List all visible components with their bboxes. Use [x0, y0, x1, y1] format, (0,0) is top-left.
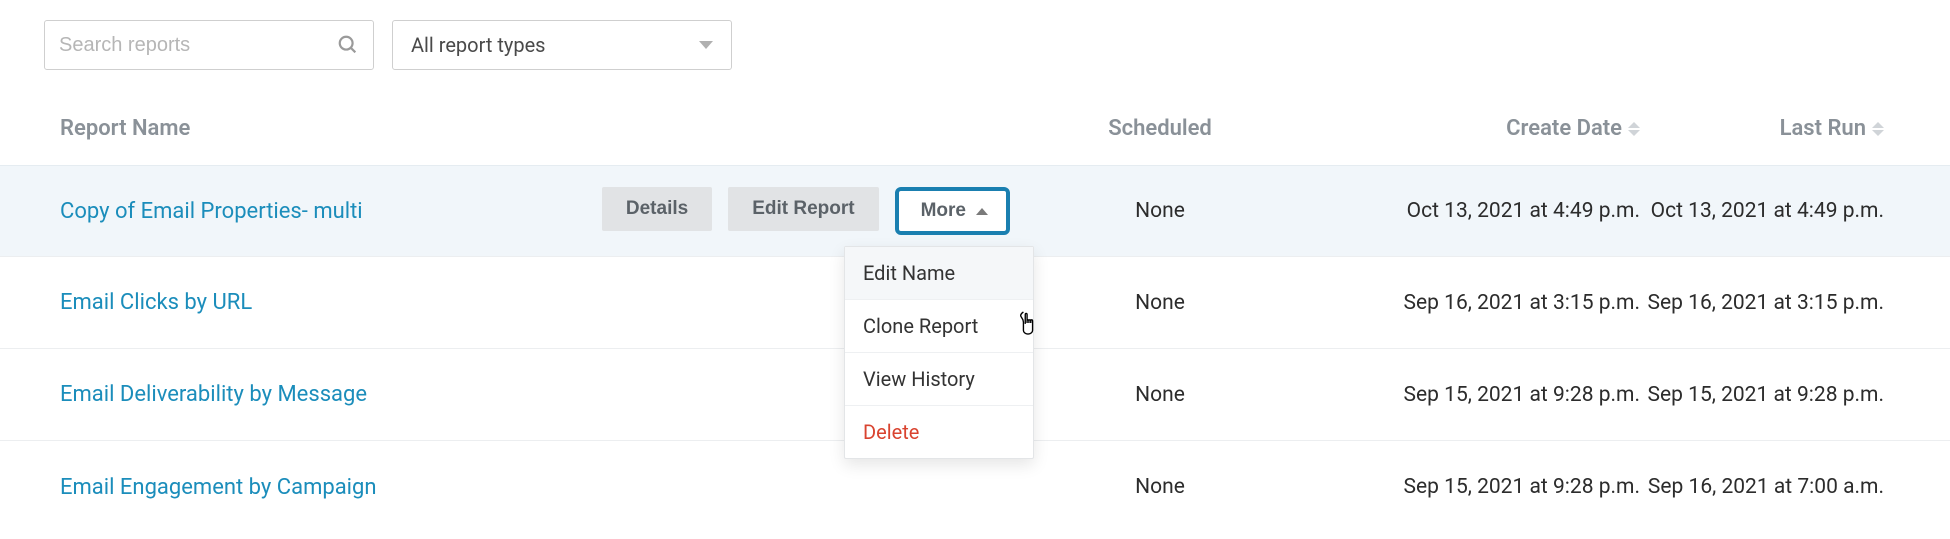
column-header-name[interactable]: Report Name — [60, 116, 1050, 141]
details-button[interactable]: Details — [602, 187, 712, 231]
filter-label: All report types — [411, 33, 546, 57]
column-header-lastrun[interactable]: Last Run — [1640, 116, 1890, 141]
more-button[interactable]: More — [895, 187, 1010, 235]
search-box[interactable] — [44, 20, 374, 70]
table-row[interactable]: Copy of Email Properties- multi Details … — [0, 165, 1950, 257]
create-date-cell: Sep 15, 2021 at 9:28 p.m. — [1270, 383, 1640, 407]
chevron-up-icon — [976, 208, 988, 215]
report-type-filter[interactable]: All report types — [392, 20, 732, 70]
last-run-cell: Sep 16, 2021 at 3:15 p.m. — [1640, 291, 1884, 315]
column-header-scheduled[interactable]: Scheduled — [1050, 116, 1270, 141]
search-icon — [337, 34, 359, 56]
create-date-cell: Sep 16, 2021 at 3:15 p.m. — [1270, 291, 1640, 315]
sort-icon — [1872, 122, 1884, 136]
table-header: Report Name Scheduled Create Date Last R… — [0, 88, 1950, 165]
edit-report-button[interactable]: Edit Report — [728, 187, 878, 231]
report-link[interactable]: Copy of Email Properties- multi — [60, 199, 363, 224]
scheduled-cell: None — [1050, 383, 1270, 407]
search-input[interactable] — [59, 34, 337, 57]
menu-item-clone[interactable]: Clone Report — [845, 300, 1033, 353]
last-run-cell: Sep 15, 2021 at 9:28 p.m. — [1640, 383, 1884, 407]
sort-icon — [1628, 122, 1640, 136]
scheduled-cell: None — [1050, 199, 1270, 223]
create-date-cell: Sep 15, 2021 at 9:28 p.m. — [1270, 475, 1640, 499]
toolbar: All report types — [0, 20, 1950, 88]
menu-item-edit-name[interactable]: Edit Name — [845, 247, 1033, 300]
report-link[interactable]: Email Deliverability by Message — [60, 382, 367, 407]
report-link[interactable]: Email Clicks by URL — [60, 290, 252, 315]
menu-item-view-history[interactable]: View History — [845, 353, 1033, 406]
column-header-create[interactable]: Create Date — [1270, 116, 1640, 141]
scheduled-cell: None — [1050, 475, 1270, 499]
more-menu: Edit Name Clone Report View History Dele… — [844, 246, 1034, 459]
scheduled-cell: None — [1050, 291, 1270, 315]
last-run-cell: Sep 16, 2021 at 7:00 a.m. — [1640, 475, 1884, 499]
chevron-down-icon — [699, 41, 713, 49]
row-actions: Details Edit Report More — [602, 187, 1010, 235]
last-run-cell: Oct 13, 2021 at 4:49 p.m. — [1640, 199, 1884, 223]
menu-item-delete[interactable]: Delete — [845, 406, 1033, 458]
report-link[interactable]: Email Engagement by Campaign — [60, 475, 377, 500]
create-date-cell: Oct 13, 2021 at 4:49 p.m. — [1270, 199, 1640, 223]
